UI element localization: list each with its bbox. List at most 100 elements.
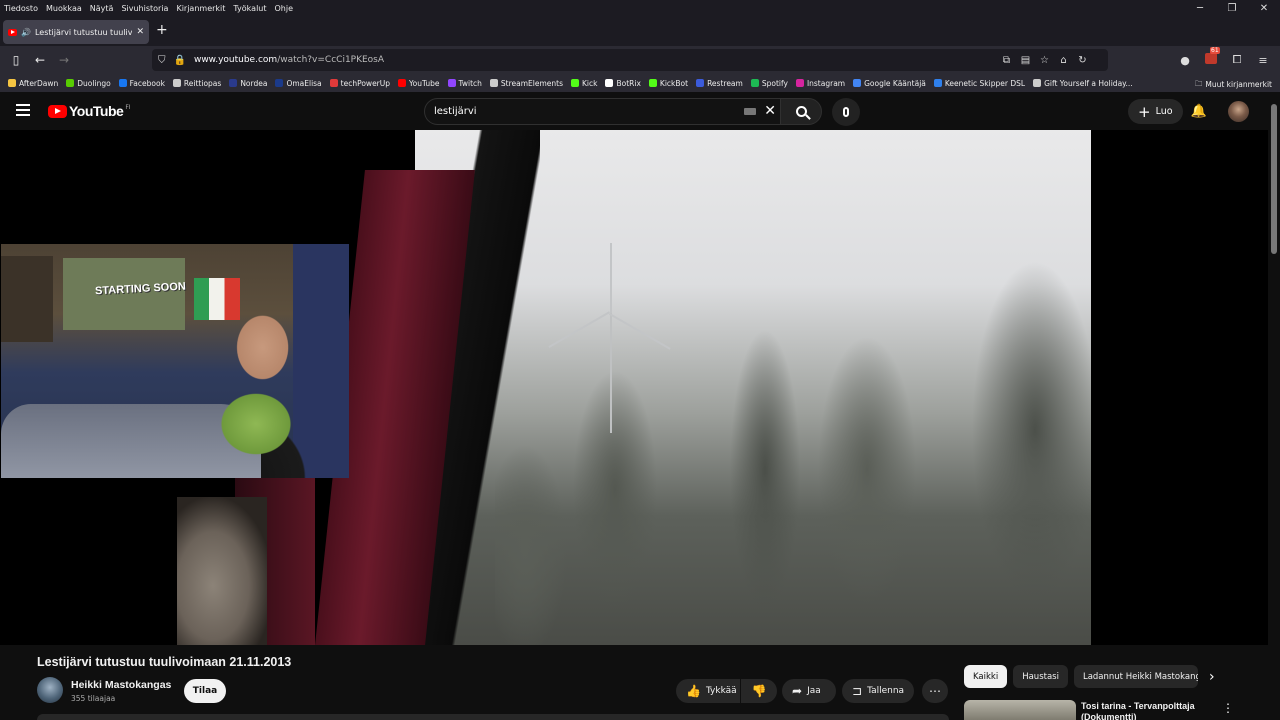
bookmark-item[interactable]: Restream	[696, 79, 743, 88]
restore-icon[interactable]: ❐	[1216, 0, 1248, 16]
extensions-puzzle-icon[interactable]: ⧠	[1224, 53, 1250, 67]
sidebar-toggle-icon[interactable]: ▯	[4, 48, 28, 72]
bookmark-label: AfterDawn	[19, 78, 59, 88]
picture-in-picture-icon[interactable]: ⧉	[997, 55, 1016, 66]
youtube-logo[interactable]: YouTube FI	[48, 103, 131, 119]
chip-for-you[interactable]: Haustasi	[1013, 665, 1068, 688]
other-bookmarks[interactable]: 🗀 Muut kirjanmerkit	[1195, 78, 1272, 91]
subscribe-button[interactable]: Tilaa	[184, 679, 226, 703]
dislike-button[interactable]: 👎	[741, 679, 777, 703]
bookmark-favicon-icon	[398, 79, 407, 87]
description-box[interactable]	[37, 714, 949, 720]
account-icon[interactable]: ●	[1172, 54, 1198, 67]
recommendation-chips: Kaikki Haustasi Ladannut Heikki Mastokan…	[964, 665, 1204, 688]
bookmark-item[interactable]: Reittiopas	[172, 79, 221, 88]
bookmark-item[interactable]: AfterDawn	[8, 79, 58, 88]
bookmark-label: OmaElisa	[286, 78, 322, 88]
like-button[interactable]: 👍 Tykkää	[676, 679, 740, 703]
menu-view[interactable]: Näytä	[90, 4, 114, 13]
menu-bookmarks[interactable]: Kirjanmerkit	[176, 4, 225, 13]
share-button[interactable]: ➦ Jaa	[782, 679, 836, 703]
menu-edit[interactable]: Muokkaa	[46, 4, 82, 13]
bookmark-item[interactable]: OmaElisa	[275, 78, 322, 88]
scrollbar-thumb[interactable]	[1271, 104, 1277, 254]
bookmark-item[interactable]: Gift Yourself a Holiday...	[1033, 79, 1133, 88]
more-vertical-icon[interactable]: ⋮	[1222, 701, 1234, 715]
bookmark-item[interactable]: Nordea	[229, 79, 267, 88]
bookmark-item[interactable]: Twitch	[447, 79, 482, 88]
bookmark-item[interactable]: BotRix	[605, 78, 641, 88]
channel-avatar[interactable]	[37, 677, 63, 703]
chip-all[interactable]: Kaikki	[964, 665, 1008, 688]
recommended-title[interactable]: Tosi tarina - Tervanpolttaja (Dokumentti…	[1081, 701, 1211, 720]
reload-icon[interactable]: ↻	[1073, 55, 1092, 66]
url-bar[interactable]: ⛉ 🔒 www.youtube.com/watch?v=CcCi1PKEosA	[152, 49, 1108, 71]
clear-search-icon[interactable]: ✕	[764, 103, 776, 119]
bookmark-item[interactable]: techPowerUp	[329, 79, 390, 88]
speaker-icon[interactable]: 🔊	[21, 28, 31, 37]
close-tab-icon[interactable]: ✕	[136, 27, 144, 37]
bookmark-label: KickBot	[659, 78, 689, 88]
create-button[interactable]: + Luo	[1128, 99, 1183, 124]
lock-icon[interactable]: 🔒	[174, 55, 186, 66]
chevron-right-icon[interactable]: ›	[1209, 669, 1215, 685]
bookmark-favicon-icon	[489, 79, 498, 87]
bookmark-item[interactable]: Google Kääntäjä	[853, 79, 926, 88]
voice-search-button[interactable]	[832, 98, 860, 126]
minimize-icon[interactable]: ─	[1184, 0, 1216, 16]
folder-icon: 🗀	[1194, 79, 1203, 88]
bookmark-item[interactable]: Duolingo	[66, 78, 111, 88]
bookmark-item[interactable]: Kick	[571, 79, 597, 88]
bookmark-item[interactable]: Spotify	[750, 78, 788, 88]
channel-name[interactable]: Heikki Mastokangas	[71, 679, 171, 691]
new-tab-icon[interactable]: +	[156, 22, 168, 38]
save-button[interactable]: ⊐ Tallenna	[842, 679, 914, 703]
search-button[interactable]	[780, 98, 822, 125]
forest-trees	[495, 250, 1091, 645]
bookmark-favicon-icon	[118, 79, 127, 87]
bookmark-label: Instagram	[806, 78, 846, 88]
bookmark-item[interactable]: KickBot	[648, 78, 689, 88]
video-player[interactable]: STARTING SOON	[0, 130, 1268, 645]
bookmark-item[interactable]: Facebook	[118, 78, 165, 88]
url-path: /watch?v=CcCi1PKEosA	[277, 55, 385, 65]
page-scrollbar[interactable]	[1268, 92, 1280, 720]
bookmark-item[interactable]: Keenetic Skipper DSL	[933, 79, 1025, 88]
bookmark-label: YouTube	[409, 78, 440, 88]
reader-view-icon[interactable]: ▤	[1016, 55, 1035, 66]
menu-tools[interactable]: Työkalut	[233, 4, 266, 13]
bookmark-star-icon[interactable]: ☆	[1035, 55, 1054, 66]
menu-file[interactable]: Tiedosto	[4, 4, 38, 13]
close-window-icon[interactable]: ✕	[1248, 0, 1280, 16]
bookmark-label: Spotify	[761, 78, 788, 88]
search-value: lestijärvi	[434, 106, 477, 117]
bookmark-item[interactable]: Instagram	[795, 78, 846, 88]
plus-icon: +	[1138, 102, 1151, 121]
bookmark-label: Google Kääntäjä	[864, 78, 926, 88]
create-label: Luo	[1155, 106, 1173, 117]
bookmarks-bar: AfterDawn Duolingo Facebook Reittiopas Norde…	[0, 74, 1280, 92]
bookmark-label: Facebook	[129, 78, 165, 88]
extension-badge-icon[interactable]	[1198, 47, 1224, 67]
bookmark-item[interactable]: YouTube	[398, 79, 440, 88]
notifications-bell-icon[interactable]: 🔔	[1191, 102, 1207, 120]
keyboard-icon[interactable]	[744, 108, 756, 115]
back-icon[interactable]: ←	[28, 48, 52, 72]
search-input[interactable]: lestijärvi ✕	[424, 98, 785, 125]
chip-uploaded-by[interactable]: Ladannut Heikki Mastokangas	[1073, 665, 1198, 688]
home-icon[interactable]: ⌂	[1054, 55, 1073, 66]
app-menu-icon[interactable]: ≡	[1250, 54, 1276, 67]
menu-history[interactable]: Sivuhistoria	[121, 4, 168, 13]
user-avatar[interactable]	[1228, 101, 1249, 122]
tab-youtube[interactable]: 🔊 Lestijärvi tutustuu tuulivoi ✕	[3, 20, 149, 44]
more-actions-button[interactable]: ⋯	[922, 679, 948, 703]
menu-help[interactable]: Ohje	[275, 4, 294, 13]
forward-icon[interactable]: →	[52, 48, 76, 72]
bookmark-item[interactable]: StreamElements	[489, 79, 563, 88]
bookmark-label: Duolingo	[77, 78, 111, 88]
band-poster	[1, 256, 53, 342]
shield-icon[interactable]: ⛉	[158, 55, 166, 66]
bookmark-label: BotRix	[616, 78, 641, 88]
recommended-thumbnail[interactable]	[964, 700, 1076, 720]
hamburger-menu-icon[interactable]	[16, 104, 30, 116]
